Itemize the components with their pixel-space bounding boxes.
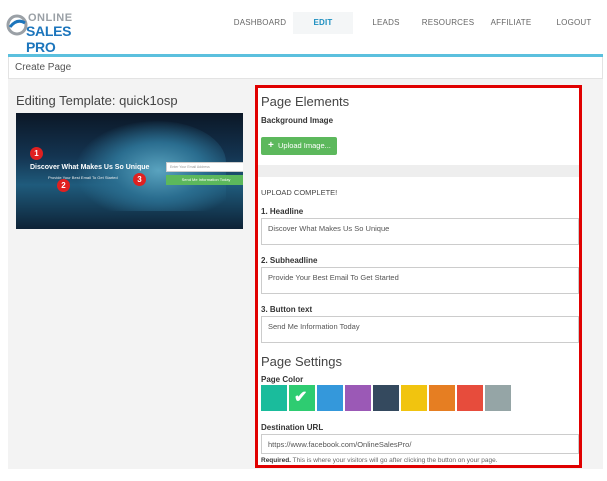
- background-image-label: Background Image: [261, 116, 334, 125]
- button-text-input[interactable]: Send Me Information Today: [261, 316, 579, 343]
- destination-url-help: Required. This is where your visitors wi…: [261, 457, 498, 464]
- button-text-label: 3. Button text: [261, 305, 313, 314]
- top-navbar: ONLINE SALES PRO DASHBOARD EDIT LEADS RE…: [0, 0, 607, 55]
- color-swatch[interactable]: [373, 385, 399, 411]
- preview-email-input: Enter Your Email Address: [166, 162, 243, 172]
- checkmark-icon: ✔: [294, 389, 308, 406]
- color-swatch[interactable]: [345, 385, 371, 411]
- subheadline-label: 2. Subheadline: [261, 256, 318, 265]
- help-required: Required.: [261, 457, 291, 464]
- subheadline-input[interactable]: Provide Your Best Email To Get Started: [261, 267, 579, 294]
- section-divider: [258, 165, 579, 177]
- button-text-value: Send Me Information Today: [268, 322, 360, 331]
- headline-input[interactable]: Discover What Makes Us So Unique: [261, 218, 579, 245]
- destination-url-label: Destination URL: [261, 423, 324, 432]
- color-swatch[interactable]: [401, 385, 427, 411]
- panel-header: Create Page: [8, 57, 603, 79]
- color-swatch[interactable]: ✔: [289, 385, 315, 411]
- color-swatch[interactable]: [485, 385, 511, 411]
- nav-affiliate[interactable]: AFFILIATE: [486, 12, 536, 34]
- help-text: This is where your visitors will go afte…: [290, 457, 498, 464]
- headline-label: 1. Headline: [261, 207, 304, 216]
- destination-url-value: https://www.facebook.com/OnlineSalesPro/: [268, 440, 412, 449]
- nav-dashboard[interactable]: DASHBOARD: [230, 12, 290, 34]
- editing-template-title: Editing Template: quick1osp: [16, 93, 178, 108]
- page-elements-panel: Page Elements Background Image + Upload …: [255, 85, 582, 468]
- destination-url-input[interactable]: https://www.facebook.com/OnlineSalesPro/: [261, 434, 579, 454]
- template-preview[interactable]: Discover What Makes Us So Unique Provide…: [16, 113, 243, 229]
- badge-1: 1: [30, 147, 43, 160]
- upload-image-label: Upload Image...: [277, 141, 331, 150]
- nav-leads[interactable]: LEADS: [360, 12, 412, 34]
- logo-swirl-icon: [6, 14, 28, 36]
- page-color-label: Page Color: [261, 375, 304, 384]
- logo-line2: SALES PRO: [26, 23, 72, 55]
- nav-edit[interactable]: EDIT: [293, 12, 353, 34]
- color-swatch[interactable]: [317, 385, 343, 411]
- preview-subheadline: Provide Your Best Email To Get Started: [48, 175, 118, 180]
- nav-resources[interactable]: RESOURCES: [420, 12, 476, 34]
- preview-button: Send Me Information Today: [166, 175, 243, 185]
- logo[interactable]: ONLINE SALES PRO: [6, 12, 92, 55]
- color-swatch[interactable]: [457, 385, 483, 411]
- badge-2: 2: [57, 179, 70, 192]
- preview-headline: Discover What Makes Us So Unique: [30, 164, 150, 171]
- badge-3: 3: [133, 173, 146, 186]
- panel-title: Create Page: [15, 62, 72, 73]
- page-elements-heading: Page Elements: [261, 94, 350, 109]
- page-settings-heading: Page Settings: [261, 354, 342, 369]
- plus-icon: +: [268, 140, 274, 151]
- color-swatch[interactable]: [429, 385, 455, 411]
- preview-input-placeholder: Enter Your Email Address: [170, 165, 210, 169]
- headline-value: Discover What Makes Us So Unique: [268, 224, 390, 233]
- nav-logout[interactable]: LOGOUT: [551, 12, 597, 34]
- upload-status: UPLOAD COMPLETE!: [261, 188, 338, 197]
- color-swatch[interactable]: [261, 385, 287, 411]
- upload-image-button[interactable]: + Upload Image...: [261, 137, 337, 155]
- subheadline-value: Provide Your Best Email To Get Started: [268, 273, 399, 282]
